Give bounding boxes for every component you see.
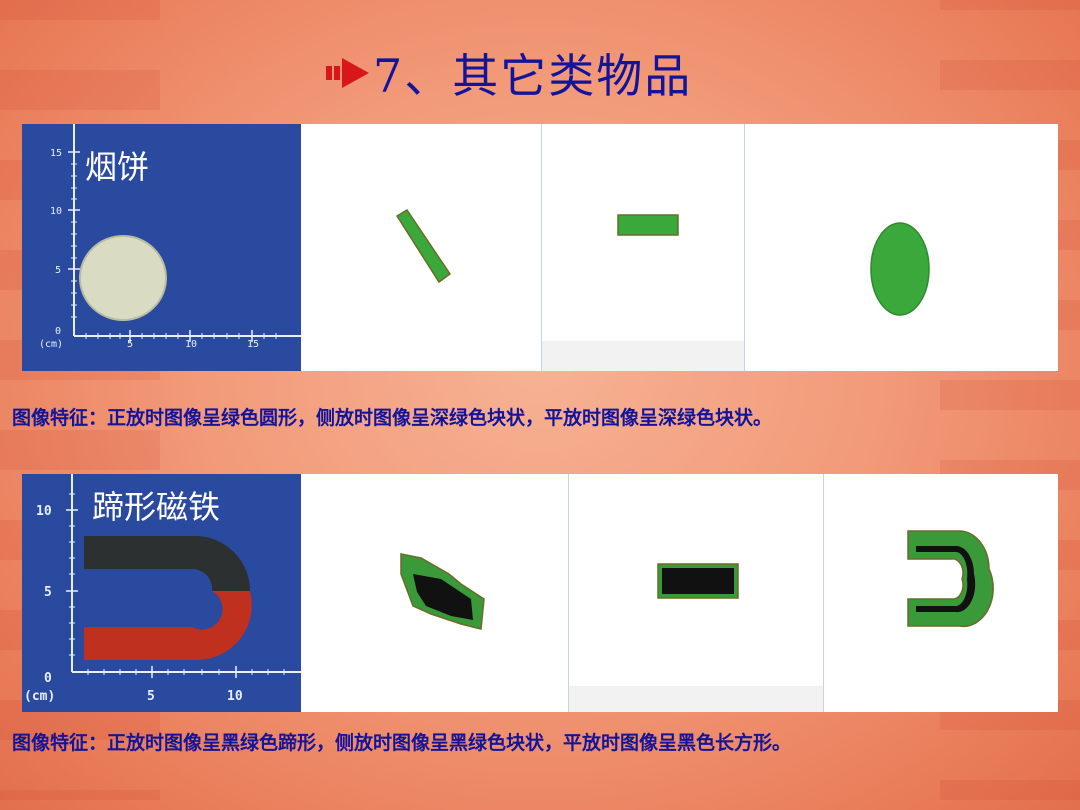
- photo-horseshoe-magnet: 10 5 0 (cm) 5 10 蹄形磁铁: [22, 474, 301, 712]
- photo-smoke-cake: 15 10 5 0 (cm) 5 10 15 烟饼: [22, 124, 301, 371]
- photo-label: 蹄形磁铁: [92, 488, 221, 526]
- axis-tick-label: 10: [50, 206, 62, 217]
- xray-view-flat: [823, 474, 1058, 712]
- caption-horseshoe-magnet: 图像特征：正放时图像呈黑绿色蹄形，侧放时图像呈黑绿色块状，平放时图像呈黑色长方形…: [12, 732, 792, 754]
- axis-tick-label: 5: [127, 339, 133, 350]
- caption-smoke-cake: 图像特征：正放时图像呈绿色圆形，侧放时图像呈深绿色块状，平放时图像呈深绿色块状。: [12, 407, 773, 429]
- axis-tick-label: 0: [55, 326, 61, 337]
- axis-tick-label: 10: [36, 504, 52, 519]
- xray-green-shape: [907, 530, 994, 628]
- axis-unit-label: (cm): [39, 339, 63, 350]
- xray-green-shape: [395, 208, 452, 284]
- photo-label: 烟饼: [85, 148, 150, 186]
- axis-tick-label: 5: [55, 265, 61, 276]
- xray-green-shape: [617, 214, 679, 236]
- axis-tick-label: 5: [147, 689, 155, 704]
- axis-tick-label: 10: [227, 689, 243, 704]
- arrow-right-icon: [326, 58, 369, 88]
- item-row-smoke-cake: 15 10 5 0 (cm) 5 10 15 烟饼: [22, 124, 1058, 371]
- xray-view-side: [568, 474, 823, 712]
- axis-tick-label: 0: [44, 671, 52, 686]
- axis-unit-label: (cm): [24, 689, 55, 704]
- smoke-cake-object: [79, 235, 167, 321]
- page-title: 7、其它类物品: [373, 49, 693, 103]
- axis-tick-label: 10: [185, 339, 197, 350]
- xray-view-upright: [301, 124, 541, 371]
- item-row-horseshoe-magnet: 10 5 0 (cm) 5 10 蹄形磁铁: [22, 474, 1058, 712]
- xray-green-shape: [870, 222, 930, 316]
- axis-tick-label: 15: [247, 339, 259, 350]
- xray-view-side: [541, 124, 744, 371]
- title-row: 7、其它类物品: [325, 38, 692, 108]
- axis-tick-label: 5: [44, 585, 52, 600]
- xray-view-flat: [744, 124, 1058, 371]
- axis-tick-label: 15: [50, 148, 62, 159]
- xray-view-upright: [301, 474, 568, 712]
- xray-black-shape: [662, 568, 734, 594]
